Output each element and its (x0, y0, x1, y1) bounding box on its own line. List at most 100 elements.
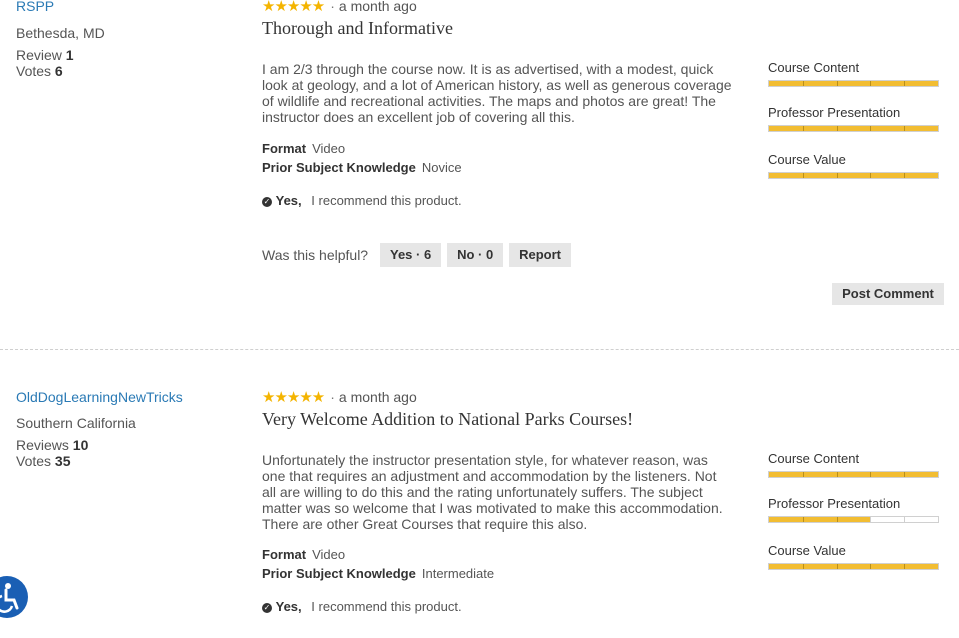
check-circle-icon: ✓ (262, 196, 272, 207)
reviewer-name-link[interactable]: RSPP (16, 0, 236, 14)
reviewer-info: OldDogLearningNewTricks Southern Califor… (16, 389, 236, 469)
rating-bar-divider (837, 81, 838, 86)
review-count-label: Reviews (16, 437, 69, 453)
rating-bar (768, 516, 939, 523)
rating-label: Course Content (768, 451, 860, 466)
review-title: Very Welcome Addition to National Parks … (262, 409, 634, 429)
format-row: Format Video (262, 141, 732, 156)
rating-bar (768, 563, 939, 570)
rating-bar-fill (769, 517, 871, 522)
helpful-row: Was this helpful? Yes · 6 No · 0 Report (262, 243, 573, 267)
knowledge-row: Prior Subject Knowledge Novice (262, 160, 732, 175)
rating-bar-divider (870, 472, 871, 477)
knowledge-label: Prior Subject Knowledge (262, 566, 416, 581)
rating-bar-divider (837, 564, 838, 569)
rating-bar-divider (904, 173, 905, 178)
rating-bar-divider (803, 81, 804, 86)
rating-course-content: Course Content (768, 451, 939, 478)
rating-label: Course Value (768, 152, 846, 167)
rating-label: Professor Presentation (768, 496, 901, 511)
review-meta: ★★★★★ · a month ago (262, 389, 417, 406)
review-count-value: 1 (65, 47, 74, 63)
rating-bar (768, 125, 939, 132)
review-title: Thorough and Informative (262, 18, 453, 38)
rating-bar-divider (837, 472, 838, 477)
rating-bar (768, 172, 939, 179)
accessibility-icon (0, 583, 19, 613)
rating-bar-divider (870, 564, 871, 569)
rating-bar (768, 80, 939, 87)
helpful-no-button[interactable]: No · 0 (447, 243, 504, 267)
ratings-panel: Course Content Professor Presentation Co… (768, 451, 939, 570)
review-content: ★★★★★ · a month ago Very Welcome Addition … (262, 389, 732, 614)
review-divider (0, 349, 959, 350)
reviewer-name-link[interactable]: OldDogLearningNewTricks (16, 389, 236, 405)
rating-professor-presentation: Professor Presentation (768, 496, 939, 523)
vote-count-label: Votes (16, 453, 52, 469)
star-rating: ★★★★★ (262, 0, 325, 15)
recommendation: ✓ Yes, I recommend this product. (262, 193, 732, 208)
rating-bar-divider (837, 517, 838, 522)
rating-professor-presentation: Professor Presentation (768, 105, 939, 132)
vote-count-value: 35 (54, 453, 71, 469)
rating-label: Professor Presentation (768, 105, 901, 120)
accessibility-button[interactable] (0, 576, 28, 618)
format-label: Format (262, 141, 307, 156)
knowledge-value: Novice (421, 160, 462, 175)
ratings-panel: Course Content Professor Presentation Co… (768, 60, 939, 179)
review-time: a month ago (338, 389, 417, 405)
rating-bar-fill (769, 126, 938, 131)
rating-bar-divider (803, 564, 804, 569)
rating-bar-divider (904, 517, 905, 522)
recommendation: ✓ Yes, I recommend this product. (262, 599, 732, 614)
rating-bar-divider (870, 126, 871, 131)
rating-bar-divider (904, 126, 905, 131)
rating-bar-divider (803, 517, 804, 522)
rating-bar-fill (769, 472, 938, 477)
review-body: I am 2/3 through the course now. It is a… (262, 61, 732, 125)
rating-bar-divider (870, 81, 871, 86)
rating-bar-divider (803, 472, 804, 477)
rating-course-value: Course Value (768, 152, 939, 179)
vote-count: Votes 35 (16, 453, 236, 469)
rating-label: Course Content (768, 60, 860, 75)
knowledge-label: Prior Subject Knowledge (262, 160, 416, 175)
rating-bar-divider (837, 126, 838, 131)
reviewer-location: Bethesda, MD (16, 25, 105, 41)
rating-bar-fill (769, 173, 938, 178)
rating-course-value: Course Value (768, 543, 939, 570)
recommend-yes: Yes, (275, 193, 302, 208)
rating-bar-divider (837, 173, 838, 178)
review-time: a month ago (338, 0, 417, 14)
rating-bar-divider (803, 126, 804, 131)
recommend-text: I recommend this product. (311, 599, 462, 614)
rating-bar-fill (769, 81, 938, 86)
recommend-yes: Yes, (275, 599, 302, 614)
reviewer-location: Southern California (16, 415, 136, 431)
format-value: Video (312, 141, 346, 156)
format-label: Format (262, 547, 307, 562)
review-body: Unfortunately the instructor presentatio… (262, 452, 723, 532)
rating-bar-divider (904, 472, 905, 477)
post-comment-button[interactable]: Post Comment (832, 283, 944, 305)
rating-label: Course Value (768, 543, 846, 558)
reviewer-info: RSPP Bethesda, MD Review 1 Votes 6 (16, 0, 236, 79)
rating-bar-fill (769, 564, 938, 569)
format-row: Format Video (262, 547, 732, 562)
rating-bar-divider (870, 517, 871, 522)
star-rating: ★★★★★ (262, 389, 325, 406)
knowledge-row: Prior Subject Knowledge Intermediate (262, 566, 732, 581)
rating-course-content: Course Content (768, 60, 939, 87)
recommend-text: I recommend this product. (311, 193, 462, 208)
report-button[interactable]: Report (509, 243, 571, 267)
review-count-label: Review (16, 47, 62, 63)
rating-bar-divider (904, 81, 905, 86)
rating-bar-divider (803, 173, 804, 178)
vote-count: Votes 6 (16, 63, 236, 79)
rating-bar (768, 471, 939, 478)
knowledge-value: Intermediate (421, 566, 495, 581)
rating-bar-divider (870, 173, 871, 178)
review-meta: ★★★★★ · a month ago (262, 0, 417, 15)
review-count: Review 1 (16, 47, 236, 63)
helpful-yes-button[interactable]: Yes · 6 (379, 243, 442, 267)
